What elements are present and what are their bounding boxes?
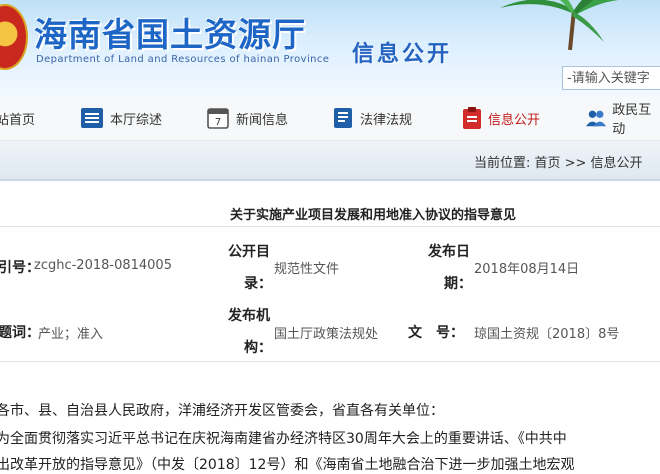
docno-value: 琼国土资规〔2018〕8号: [474, 327, 620, 342]
catalog-label-cont: 录：: [244, 276, 272, 292]
svg-text:7: 7: [215, 117, 221, 128]
nav-item-label: 本厅综述: [110, 112, 163, 128]
nav-item-interaction[interactable]: 政民互动: [586, 96, 660, 140]
nav-item-label: 站首页: [0, 112, 36, 128]
people-icon: [586, 110, 607, 127]
nav-item-label: 新闻信息: [236, 112, 289, 128]
breadcrumb-bar: 当前位置: 首页 >> 信息公开: [0, 141, 660, 181]
article-paragraph: 各市、县、自治县人民政府，洋浦经济开发区管委会，省直各有关单位：: [0, 403, 444, 419]
nav-item-overview[interactable]: 本厅综述: [80, 96, 162, 140]
date-label: 发布日: [428, 244, 470, 260]
national-emblem-icon: [0, 4, 28, 70]
date-label-cont: 期：: [444, 276, 472, 292]
article-title: 关于实施产业项目发展和用地准入协议的指导意见: [230, 208, 517, 223]
nav-item-laws[interactable]: 法律法规: [332, 96, 412, 140]
nav-item-home[interactable]: 站首页: [0, 96, 35, 140]
calendar-icon: 7: [207, 108, 229, 129]
list-icon: [81, 108, 103, 128]
publisher-label: 发布机: [228, 308, 270, 324]
article-meta-table: 引号： zcghc-2018-0814005 公开目 录： 规范性文件 发布日 …: [0, 226, 660, 362]
nav-item-label: 政民互动: [612, 103, 652, 137]
search-input[interactable]: -请输入关键字: [562, 66, 660, 90]
catalog-value: 规范性文件: [274, 262, 340, 277]
publisher-label-cont: 构：: [244, 340, 272, 356]
index-value: zcghc-2018-0814005: [34, 258, 172, 273]
nav-item-label: 信息公开: [488, 112, 541, 128]
keywords-value: 产业；准入: [38, 327, 104, 342]
main-nav: 站首页 本厅综述 7 新闻信息 法律法规 信息公开 政民互动: [0, 96, 660, 141]
keywords-label: 题词：: [0, 325, 40, 341]
palm-tree-icon: [500, 0, 640, 50]
site-title: 海南省国土资源厅: [34, 15, 306, 54]
section-name: 信息公开: [352, 42, 453, 67]
article-paragraph: 出改革开放的指导意见》（中发〔2018〕12号）和《海南省土地融合治下进一步加强…: [0, 457, 575, 473]
article-paragraph: 为全面贯彻落实习近平总书记在庆祝海南建省办经济特区30周年大会上的重要讲话、《中…: [0, 431, 567, 447]
date-value: 2018年08月14日: [474, 262, 580, 277]
site-subtitle: Department of Land and Resources of hain…: [36, 54, 330, 65]
book-icon: [334, 108, 352, 128]
clipboard-icon: [463, 107, 481, 129]
docno-label: 文 号：: [408, 325, 464, 341]
nav-item-label: 法律法规: [360, 112, 413, 128]
publisher-value: 国土厅政策法规处: [274, 327, 379, 342]
catalog-label: 公开目: [228, 244, 270, 260]
nav-item-news[interactable]: 7 新闻信息: [206, 96, 288, 140]
nav-item-info-public[interactable]: 信息公开: [462, 96, 540, 140]
site-header: 海南省国土资源厅 Department of Land and Resource…: [0, 0, 660, 96]
breadcrumb[interactable]: 当前位置: 首页 >> 信息公开: [474, 152, 643, 171]
